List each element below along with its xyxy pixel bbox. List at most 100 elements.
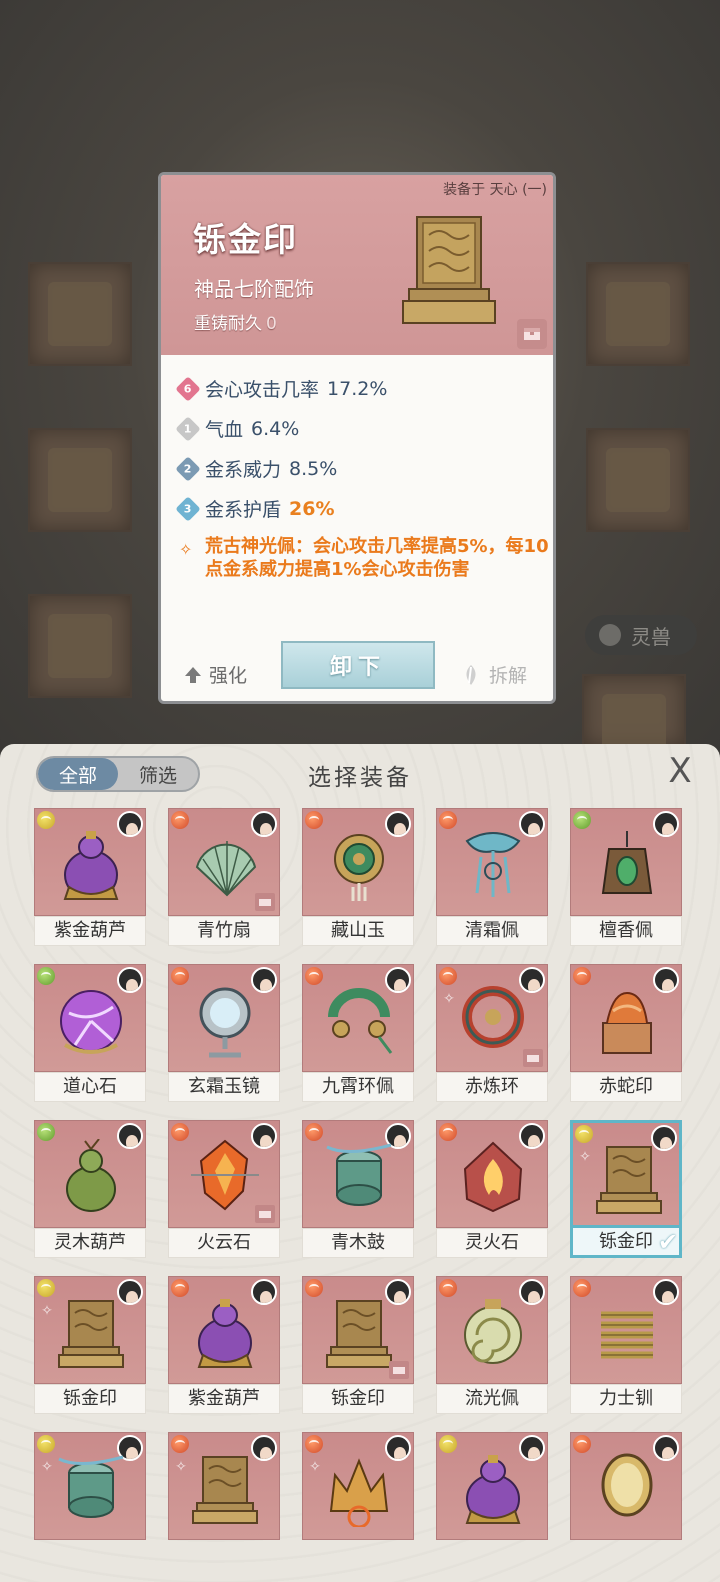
chest-icon <box>523 1049 543 1067</box>
dismantle-label: 拆解 <box>489 665 528 687</box>
element-fire-icon <box>305 811 323 829</box>
equipment-item[interactable]: 力士钏 <box>570 1276 682 1414</box>
equipment-item[interactable]: ✧ 铄金印 <box>34 1276 146 1414</box>
item-name: 灵木葫芦 <box>34 1228 146 1258</box>
durability: 重铸耐久 0 <box>194 309 277 334</box>
item-name: 灵火石 <box>436 1228 548 1258</box>
bg-spirit-beast-button: 灵兽 <box>585 615 697 655</box>
effect-text: 荒古神光佩：会心攻击几率提高5%，每10点金系威力提高1%会心攻击伤害 <box>205 536 549 580</box>
element-fire-icon <box>439 1123 457 1141</box>
arrow-up-icon <box>185 666 201 683</box>
element-gold-icon <box>37 811 55 829</box>
item-frame <box>570 808 682 916</box>
element-fire-icon <box>573 1435 591 1453</box>
item-art <box>328 988 393 1054</box>
equipment-item[interactable]: 火云石 <box>168 1120 280 1258</box>
close-icon[interactable]: X <box>662 754 698 790</box>
equipment-item[interactable]: 紫金葫芦 <box>168 1276 280 1414</box>
equipment-item[interactable]: 紫金葫芦 <box>34 808 146 946</box>
stat-value: 17.2% <box>327 377 388 400</box>
equipment-item[interactable]: ✧ <box>34 1432 146 1570</box>
equipment-item[interactable]: 灵木葫芦 <box>34 1120 146 1258</box>
item-frame <box>168 808 280 916</box>
unequip-button[interactable]: 卸下 <box>281 641 435 689</box>
equipment-item[interactable]: 赤蛇印 <box>570 964 682 1102</box>
chest-icon[interactable] <box>517 319 547 349</box>
stat-row: 1 气血 6.4% <box>175 415 299 442</box>
item-frame: ✧ <box>570 1120 682 1228</box>
element-gold-icon <box>37 1279 55 1297</box>
item-name: 力士钏 <box>570 1384 682 1414</box>
item-art <box>58 1455 124 1518</box>
item-frame <box>570 964 682 1072</box>
stat-value: 8.5% <box>289 457 338 480</box>
equipment-item[interactable]: 青木鼓 <box>302 1120 414 1258</box>
item-name: 青竹扇 <box>168 916 280 946</box>
item-name: 青木鼓 <box>302 1228 414 1258</box>
equipment-item[interactable]: 九霄环佩 <box>302 964 414 1102</box>
equipment-item[interactable]: 檀香佩 <box>570 808 682 946</box>
item-art <box>465 832 521 897</box>
stat-label: 金系威力 <box>205 459 282 481</box>
item-art <box>197 1299 253 1368</box>
item-art <box>199 987 251 1058</box>
item-art <box>66 1139 116 1212</box>
equipment-item[interactable]: ✧ 赤炼环 <box>436 964 548 1102</box>
equipment-item[interactable]: 流光佩 <box>436 1276 548 1414</box>
strengthen-button[interactable]: 强化 <box>183 661 247 688</box>
item-art <box>601 831 653 894</box>
stat-row: 3 金系护盾 26% <box>175 495 335 522</box>
equipment-item[interactable]: 青竹扇 <box>168 808 280 946</box>
equipment-item[interactable] <box>570 1432 682 1570</box>
element-fire-icon <box>305 1123 323 1141</box>
equipment-item[interactable]: 清霜佩 <box>436 808 548 946</box>
equipment-item[interactable] <box>436 1432 548 1570</box>
item-frame: ✧ <box>302 1432 414 1540</box>
item-frame <box>168 1120 280 1228</box>
equipment-item[interactable]: 藏山玉 <box>302 808 414 946</box>
equipment-item[interactable]: 道心石 <box>34 964 146 1102</box>
rank-mark-icon: ✧ <box>443 991 455 1007</box>
item-art <box>195 841 257 897</box>
equipment-item[interactable]: ✧ 铄金印 ✔ <box>570 1120 682 1258</box>
element-fire-icon <box>439 967 457 985</box>
element-fire-icon <box>573 967 591 985</box>
bg-pill-label: 灵兽 <box>631 624 671 649</box>
stat-label: 会心攻击几率 <box>205 379 320 401</box>
dismantle-button[interactable]: 拆解 <box>459 661 527 688</box>
element-wood-icon <box>573 811 591 829</box>
element-gold-icon <box>575 1125 593 1143</box>
item-art <box>192 1456 258 1524</box>
item-art <box>465 1455 521 1524</box>
item-frame <box>168 1276 280 1384</box>
equipment-item[interactable]: ✧ <box>168 1432 280 1570</box>
equipment-item[interactable]: 铄金印 <box>302 1276 414 1414</box>
rank-mark-icon: ✧ <box>175 1459 187 1475</box>
element-fire-icon <box>171 1123 189 1141</box>
element-fire-icon <box>171 967 189 985</box>
check-icon: ✔ <box>657 1228 678 1256</box>
item-art <box>60 990 122 1054</box>
item-name: 赤蛇印 <box>570 1072 682 1102</box>
rank-badge: 2 <box>175 455 201 482</box>
item-frame <box>302 1120 414 1228</box>
element-fire-icon <box>305 1435 323 1453</box>
rank-badge: 1 <box>175 415 201 442</box>
item-name: 玄霜玉镜 <box>168 1072 280 1102</box>
element-wood-icon <box>37 967 55 985</box>
item-name: 铄金印 <box>302 1384 414 1414</box>
item-name: 清霜佩 <box>436 916 548 946</box>
equipment-item[interactable]: 玄霜玉镜 <box>168 964 280 1102</box>
item-name: 流光佩 <box>436 1384 548 1414</box>
equipment-item[interactable]: 灵火石 <box>436 1120 548 1258</box>
bg-equip-slot <box>586 428 690 532</box>
equipment-grade: 神品七阶配饰 <box>194 277 314 301</box>
item-name: 道心石 <box>34 1072 146 1102</box>
item-frame: ✧ <box>436 964 548 1072</box>
chest-icon <box>255 893 275 911</box>
rank-badge: 6 <box>175 375 201 402</box>
bg-equip-slot <box>28 262 132 366</box>
equipment-item[interactable]: ✧ <box>302 1432 414 1570</box>
bg-equip-slot <box>28 594 132 698</box>
stat-row: 6 会心攻击几率 17.2% <box>175 375 388 402</box>
